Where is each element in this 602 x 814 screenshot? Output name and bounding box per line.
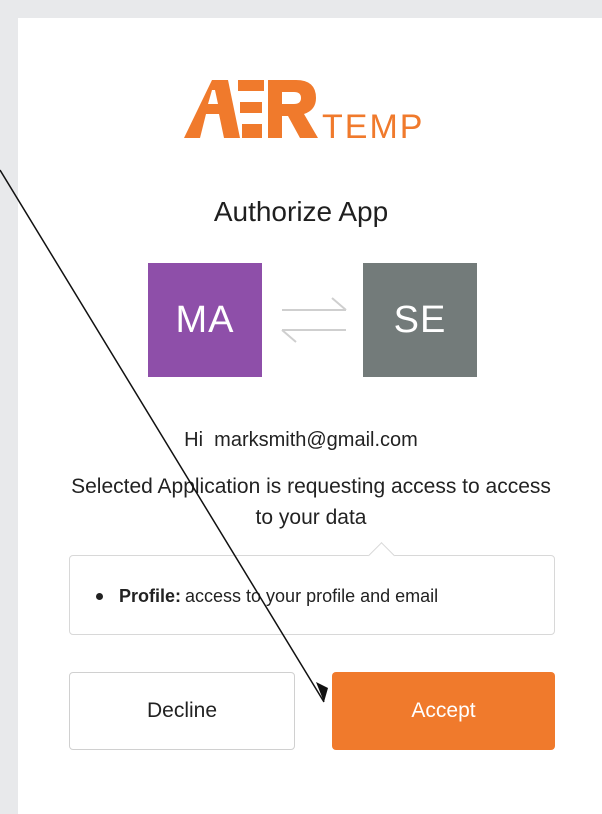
request-text: Selected Application is requesting acces… xyxy=(71,475,551,529)
app-avatar-left-initials: MA xyxy=(175,298,235,341)
bullet-icon xyxy=(96,593,103,600)
scope-name: Profile: xyxy=(119,586,182,606)
scope-item: Profile: access to your profile and emai… xyxy=(96,586,438,607)
scope-list: Profile: access to your profile and emai… xyxy=(69,542,555,635)
swap-arrows-icon xyxy=(281,297,347,343)
decline-button[interactable]: Decline xyxy=(69,672,295,750)
page-title: Authorize App xyxy=(213,196,389,227)
greeting-text: Hi marksmith@gmail.com xyxy=(184,429,418,451)
app-avatar-left: MA xyxy=(148,263,262,377)
brand-logo-mark xyxy=(184,80,318,138)
app-avatar-right-initials: SE xyxy=(393,298,447,341)
scope-description: access to your profile and email xyxy=(185,586,439,606)
brand-logo: TEMP xyxy=(184,74,444,146)
accept-button[interactable]: Accept xyxy=(332,672,555,750)
brand-wordmark: TEMP xyxy=(322,108,425,146)
app-avatar-right: SE xyxy=(363,263,477,377)
